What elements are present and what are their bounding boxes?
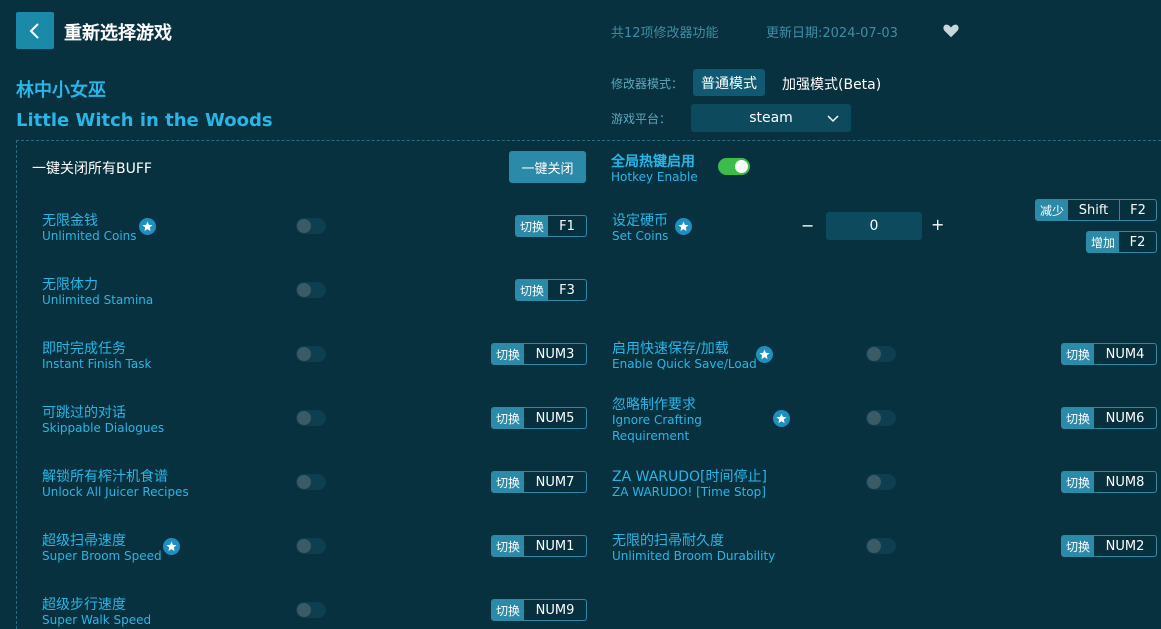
update-date: 更新日期:2024-07-03 [766, 26, 898, 41]
option-label-en: Instant Finish Task [42, 357, 152, 371]
star-icon [773, 410, 790, 427]
star-icon [756, 346, 773, 363]
option-label-cn: 可跳过的对话 [42, 405, 126, 421]
option-toggle[interactable] [296, 474, 326, 490]
option-label-en: Super Walk Speed [42, 613, 152, 627]
option-label-en: Enable Quick Save/Load [612, 357, 757, 371]
mode-label: 修改器模式： [611, 77, 684, 91]
option-label-en: Unlimited Broom Durability [612, 549, 776, 563]
hotkey-badge[interactable]: 切换 NUM7 [491, 471, 587, 493]
star-icon [163, 538, 180, 555]
normal-mode-button[interactable]: 普通模式 [693, 69, 765, 96]
page-title: 重新选择游戏 [64, 23, 172, 44]
increment-button[interactable]: + [931, 215, 944, 234]
disable-all-buff-label: 一键关闭所有BUFF [32, 161, 152, 177]
option-label-en: Unlimited Stamina [42, 293, 154, 307]
disable-all-button[interactable]: 一键关闭 [509, 151, 586, 183]
option-label-cn: 无限金钱 [42, 213, 98, 229]
chevron-left-icon [29, 22, 39, 39]
hotkey-label-en: Hotkey Enable [611, 170, 698, 184]
star-icon [675, 218, 692, 235]
option-label-en-line2: Requirement [612, 429, 690, 443]
option-label-en: Super Broom Speed [42, 549, 162, 563]
option-label-en: Unlimited Coins [42, 229, 137, 243]
option-toggle[interactable] [866, 538, 896, 554]
star-icon [139, 218, 156, 235]
option-label-cn: 即时完成任务 [42, 341, 126, 357]
hotkey-label-cn: 全局热键启用 [611, 154, 695, 170]
coins-input[interactable]: 0 [826, 212, 922, 240]
platform-label: 游戏平台： [611, 112, 672, 126]
option-label-cn: 超级扫帚速度 [42, 533, 126, 549]
increase-hotkey[interactable]: 增加 F2 [1086, 231, 1157, 253]
option-label-en: ZA WARUDO! [Time Stop] [612, 485, 766, 499]
game-title-cn: 林中小女巫 [16, 80, 106, 101]
option-label-cn: 超级步行速度 [42, 597, 126, 613]
platform-select[interactable]: steam [691, 104, 851, 132]
back-button[interactable] [16, 12, 54, 49]
option-toggle[interactable] [296, 538, 326, 554]
option-toggle[interactable] [296, 602, 326, 618]
option-toggle[interactable] [866, 346, 896, 362]
option-label-cn: 忽略制作要求 [612, 397, 696, 413]
option-toggle[interactable] [296, 282, 326, 298]
feature-count: 共12项修改器功能 [611, 26, 719, 41]
option-label-en: Skippable Dialogues [42, 421, 165, 435]
option-label-cn: 启用快速保存/加载 [612, 341, 729, 357]
option-label-cn: 解锁所有榨汁机食谱 [42, 469, 168, 485]
set-coins-label-en: Set Coins [612, 229, 669, 243]
hotkey-badge[interactable]: 切换 NUM5 [491, 407, 587, 429]
option-label-cn: 无限体力 [42, 277, 98, 293]
hotkey-badge[interactable]: 切换 NUM8 [1061, 471, 1157, 493]
decrement-button[interactable]: − [801, 216, 814, 235]
hotkey-badge[interactable]: 切换 NUM1 [491, 535, 587, 557]
hotkey-badge[interactable]: 切换 NUM6 [1061, 407, 1157, 429]
hotkey-badge[interactable]: 切换 NUM2 [1061, 535, 1157, 557]
hotkey-badge[interactable]: 切换 F1 [515, 215, 587, 237]
hotkey-toggle[interactable] [718, 158, 750, 175]
heart-icon[interactable] [942, 22, 960, 40]
game-title-en: Little Witch in the Woods [16, 110, 273, 131]
option-label-en: Ignore Crafting [612, 413, 702, 427]
option-label-cn: 无限的扫帚耐久度 [612, 533, 724, 549]
beta-mode-button[interactable]: 加强模式(Beta) [782, 74, 881, 94]
option-toggle[interactable] [296, 410, 326, 426]
option-toggle[interactable] [296, 218, 326, 234]
hotkey-badge[interactable]: 切换 NUM9 [491, 599, 587, 621]
option-toggle[interactable] [866, 474, 896, 490]
chevron-down-icon [827, 115, 839, 123]
option-label-en: Unlock All Juicer Recipes [42, 485, 189, 499]
hotkey-badge[interactable]: 切换 F3 [515, 279, 587, 301]
hotkey-badge[interactable]: 切换 NUM4 [1061, 343, 1157, 365]
platform-value: steam [749, 110, 793, 126]
option-label-cn: ZA WARUDO[时间停止] [612, 469, 767, 485]
options-panel [16, 140, 1161, 629]
option-toggle[interactable] [296, 346, 326, 362]
option-toggle[interactable] [866, 410, 896, 426]
hotkey-badge[interactable]: 切换 NUM3 [491, 343, 587, 365]
set-coins-label-cn: 设定硬币 [612, 213, 668, 229]
decrease-hotkey[interactable]: 减少 Shift F2 [1035, 199, 1157, 221]
